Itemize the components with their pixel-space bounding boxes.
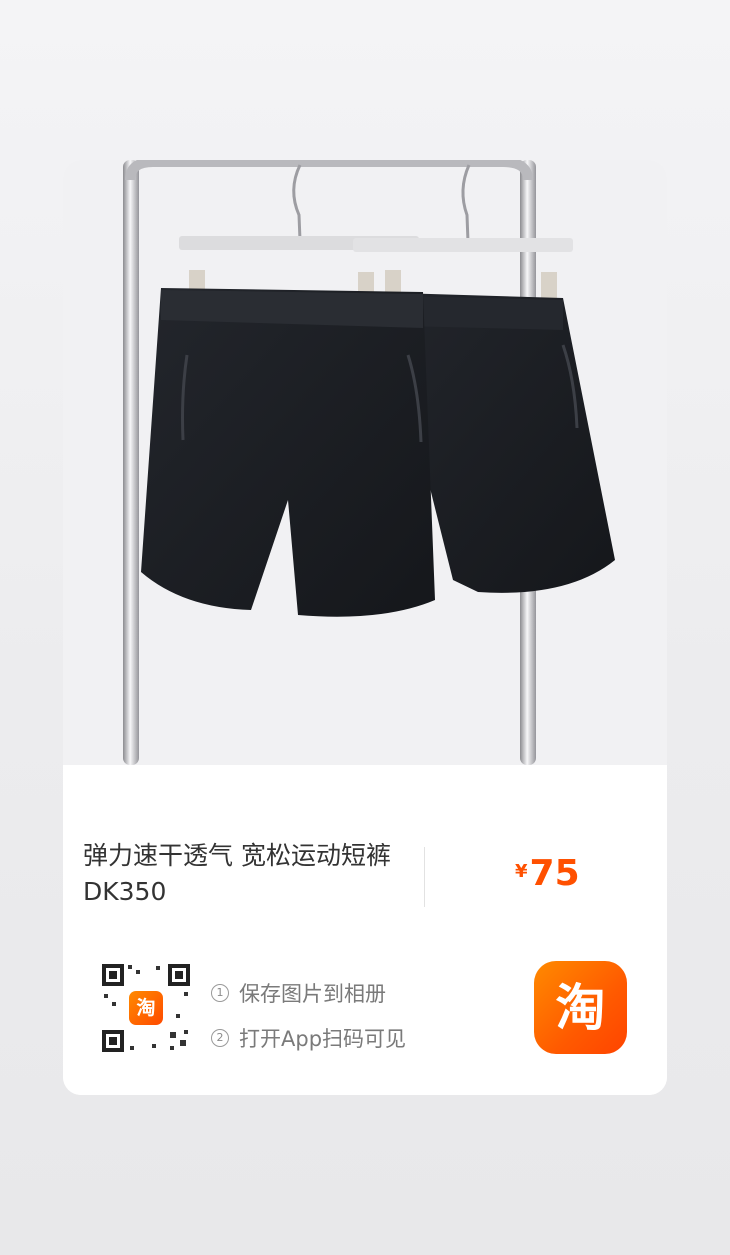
step-number-1: 1 (211, 983, 229, 1002)
step-save-image: 1 保存图片到相册 (211, 970, 406, 1015)
step-number-2: 2 (211, 1028, 229, 1047)
price-amount: 75 (529, 853, 580, 894)
product-info-panel: 弹力速干透气 宽松运动短裤 DK350 ¥75 淘 1 保存图片到相册 2 打开… (63, 765, 667, 1095)
qr-code-icon[interactable]: 淘 (100, 962, 192, 1054)
taobao-app-icon[interactable]: 淘 (534, 961, 627, 1054)
price-currency: ¥ (515, 861, 528, 882)
step-text-2: 打开App扫码可见 (239, 1026, 407, 1051)
product-title[interactable]: 弹力速干透气 宽松运动短裤 DK350 (83, 838, 403, 910)
share-card: 弹力速干透气 宽松运动短裤 DK350 ¥75 淘 1 保存图片到相册 2 打开… (63, 160, 667, 1095)
product-price: ¥75 (515, 853, 580, 894)
step-text-1: 保存图片到相册 (239, 981, 386, 1006)
title-price-divider (424, 847, 425, 907)
share-steps: 1 保存图片到相册 2 打开App扫码可见 (211, 970, 406, 1060)
step-open-app: 2 打开App扫码可见 (211, 1015, 406, 1060)
product-image[interactable] (63, 160, 667, 765)
qr-badge-label: 淘 (136, 996, 156, 1019)
product-photo-illustration (63, 160, 667, 765)
app-icon-glyph: 淘 (555, 978, 606, 1037)
